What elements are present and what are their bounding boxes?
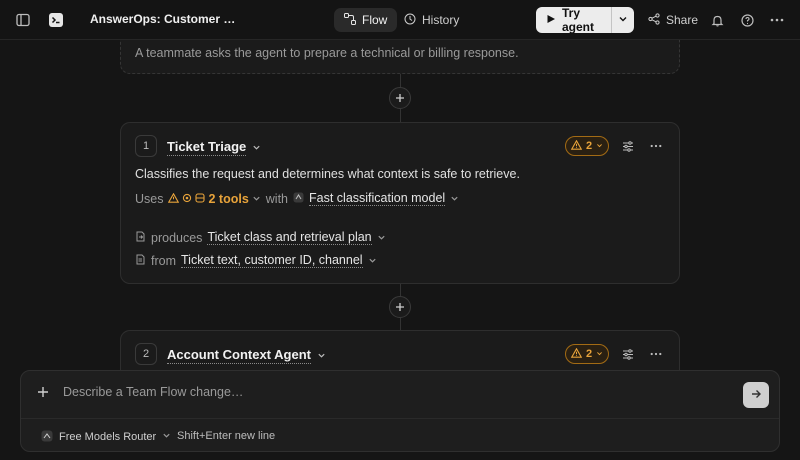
attach-plus-icon[interactable] <box>37 385 49 403</box>
more-options-icon[interactable] <box>765 8 789 32</box>
step-description: Classifies the request and determines wh… <box>135 167 520 181</box>
gear-tool-icon <box>182 192 192 206</box>
step-name-label: Account Context Agent <box>167 347 311 364</box>
chat-composer: Free Models Router Shift+Enter new line <box>20 370 780 452</box>
input-icon <box>135 254 146 268</box>
output-icon <box>135 231 146 245</box>
top-bar: AnswerOps: Customer … Flow History Try a… <box>0 0 800 40</box>
model-selector[interactable]: Fast classification model <box>309 191 446 206</box>
history-icon <box>404 13 416 28</box>
add-step-button[interactable] <box>389 87 411 109</box>
sidebar-toggle-icon[interactable] <box>11 8 35 32</box>
database-tool-icon <box>195 192 206 206</box>
uses-label: Uses <box>135 191 164 206</box>
chevron-down-icon <box>596 348 603 360</box>
settings-sliders-icon[interactable] <box>618 136 638 156</box>
warning-icon <box>570 139 583 153</box>
chevron-down-icon <box>377 231 386 245</box>
from-label: from <box>151 253 176 268</box>
tools-count-label: 2 tools <box>208 191 249 206</box>
warning-badge[interactable]: 2 <box>565 344 609 364</box>
chevron-down-icon <box>450 192 459 206</box>
trigger-card[interactable]: A teammate asks the agent to prepare a t… <box>120 40 680 74</box>
step-name[interactable]: Ticket Triage <box>167 139 261 156</box>
chat-input[interactable] <box>63 381 703 403</box>
chevron-down-icon <box>596 140 603 152</box>
step-name-label: Ticket Triage <box>167 139 247 156</box>
uses-row: Uses 2 tools with Fast classification mo… <box>135 191 459 206</box>
chevron-down-icon <box>252 140 261 155</box>
share-icon <box>648 12 660 28</box>
tools-selector[interactable]: 2 tools <box>168 192 260 206</box>
warning-count: 2 <box>585 140 593 152</box>
flow-icon <box>344 12 356 28</box>
router-icon <box>41 430 53 445</box>
tab-history[interactable]: History <box>394 8 469 32</box>
step-name[interactable]: Account Context Agent <box>167 347 326 364</box>
try-agent-button[interactable]: Try agent <box>536 6 634 34</box>
chevron-down-icon <box>162 431 171 443</box>
model-router-selector[interactable]: Free Models Router <box>35 426 177 448</box>
warning-icon <box>168 192 180 206</box>
produces-value[interactable]: Ticket class and retrieval plan <box>207 230 372 245</box>
settings-sliders-icon[interactable] <box>618 344 638 364</box>
warning-badge[interactable]: 2 <box>565 136 609 156</box>
chevron-down-icon <box>317 348 326 363</box>
more-options-icon[interactable] <box>646 136 666 156</box>
produces-row: produces Ticket class and retrieval plan <box>135 230 386 245</box>
chevron-down-icon <box>368 254 377 268</box>
more-options-icon[interactable] <box>646 344 666 364</box>
step-number: 1 <box>135 135 157 157</box>
step-number: 2 <box>135 343 157 365</box>
share-label: Share <box>666 13 699 27</box>
tab-flow[interactable]: Flow <box>334 8 398 32</box>
share-button[interactable]: Share <box>640 8 706 32</box>
step-card-ticket-triage[interactable]: 1 Ticket Triage 2 Classifies the request… <box>120 122 680 284</box>
from-row: from Ticket text, customer ID, channel <box>135 253 377 268</box>
trigger-description: A teammate asks the agent to prepare a t… <box>135 46 519 60</box>
router-label: Free Models Router <box>59 431 157 443</box>
produces-label: produces <box>151 230 203 245</box>
try-agent-main[interactable]: Try agent <box>536 6 612 34</box>
model-icon <box>293 192 304 206</box>
warning-icon <box>570 347 583 361</box>
add-step-button[interactable] <box>389 296 411 318</box>
help-icon[interactable] <box>735 8 759 32</box>
chat-divider <box>21 418 779 419</box>
terminal-app-icon[interactable] <box>44 8 68 32</box>
from-value[interactable]: Ticket text, customer ID, channel <box>181 253 363 268</box>
with-label: with <box>265 191 289 206</box>
arrow-right-icon <box>750 387 762 403</box>
warning-count: 2 <box>585 348 593 360</box>
try-agent-label: Try agent <box>562 6 595 34</box>
tab-history-label: History <box>422 13 460 27</box>
app-title: AnswerOps: Customer … <box>90 12 236 26</box>
chevron-down-icon <box>252 192 261 206</box>
keyboard-hint: Shift+Enter new line <box>177 430 276 442</box>
try-agent-dropdown[interactable] <box>612 7 634 33</box>
tab-flow-label: Flow <box>362 13 388 27</box>
bell-icon[interactable] <box>705 8 729 32</box>
chevron-down-icon <box>618 13 628 27</box>
play-icon <box>546 13 556 27</box>
send-button[interactable] <box>743 382 769 408</box>
